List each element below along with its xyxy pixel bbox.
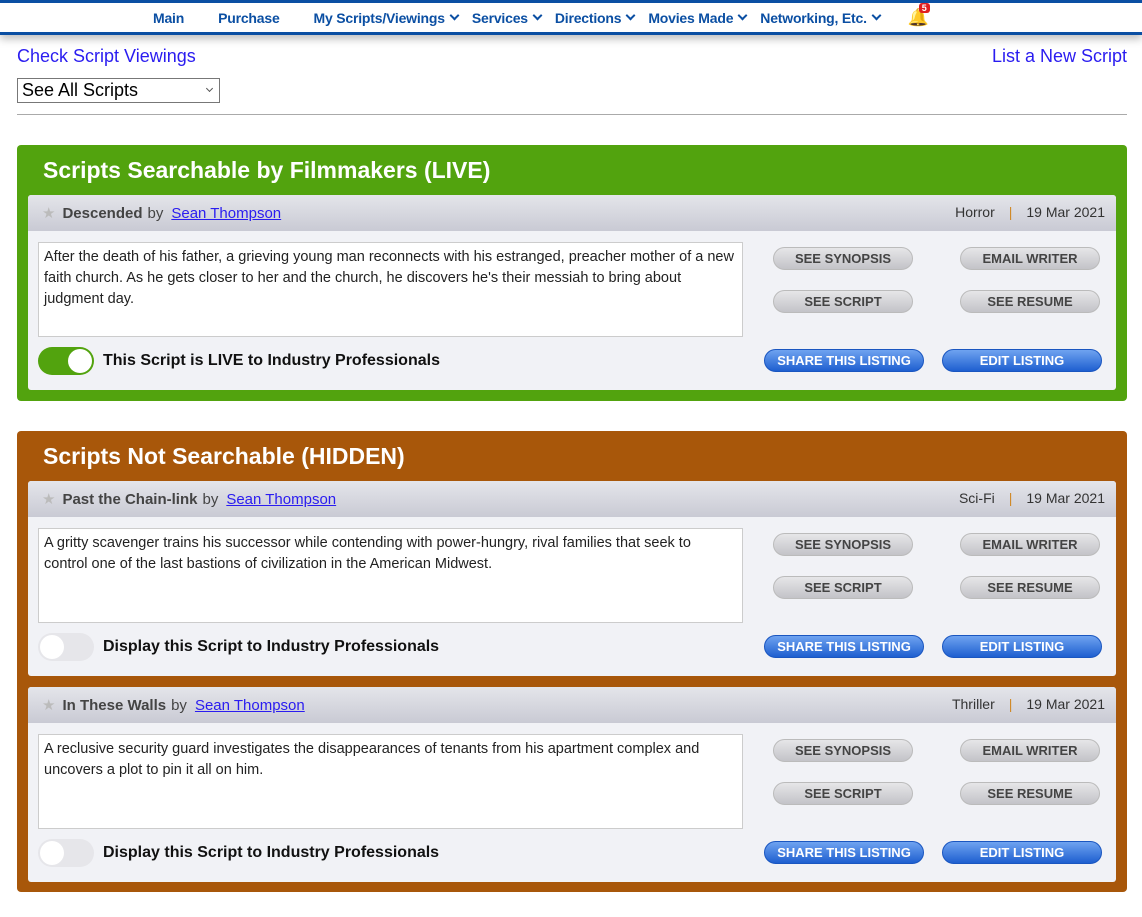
toggle-label: Display this Script to Industry Professi… xyxy=(103,638,440,655)
date: 19 Mar 2021 xyxy=(1026,490,1105,506)
script-meta: Thriller | 19 Mar 2021 xyxy=(952,696,1105,712)
separator: | xyxy=(1008,204,1013,220)
nav-label: Services xyxy=(471,9,528,26)
divider xyxy=(17,114,1127,115)
card-header: ★ In These Walls by Sean Thompson Thrill… xyxy=(28,687,1116,723)
email-writer-button[interactable]: EMAIL WRITER xyxy=(960,247,1100,270)
see-resume-button[interactable]: SEE RESUME xyxy=(960,576,1100,599)
date: 19 Mar 2021 xyxy=(1026,204,1105,220)
visibility-toggle[interactable] xyxy=(38,839,94,867)
author-link[interactable]: Sean Thompson xyxy=(171,205,281,222)
star-icon[interactable]: ★ xyxy=(42,204,55,222)
nav-movies-made[interactable]: Movies Made xyxy=(648,9,748,26)
bell-icon[interactable]: 🔔 5 xyxy=(908,2,930,28)
card-header: ★ Descended by Sean Thompson Horror | 19 M… xyxy=(28,195,1116,231)
notification-badge: 5 xyxy=(918,2,930,13)
date: 19 Mar 2021 xyxy=(1026,696,1105,712)
separator: | xyxy=(1008,490,1013,506)
share-listing-button[interactable]: SHARE THIS LISTING xyxy=(764,841,924,864)
see-script-button[interactable]: SEE SCRIPT xyxy=(773,782,913,805)
live-section: Scripts Searchable by Filmmakers (LIVE) … xyxy=(17,145,1127,401)
email-writer-button[interactable]: EMAIL WRITER xyxy=(960,739,1100,762)
share-listing-button[interactable]: SHARE THIS LISTING xyxy=(764,635,924,658)
script-title: In These Walls xyxy=(62,696,167,714)
script-meta: Horror | 19 Mar 2021 xyxy=(955,204,1105,220)
see-resume-button[interactable]: SEE RESUME xyxy=(960,290,1100,313)
share-listing-button[interactable]: SHARE THIS LISTING xyxy=(764,349,924,372)
see-synopsis-button[interactable]: SEE SYNOPSIS xyxy=(773,739,913,762)
section-title: Scripts Not Searchable (HIDDEN) xyxy=(43,443,405,469)
script-meta: Sci-Fi | 19 Mar 2021 xyxy=(959,490,1105,506)
visibility-toggle[interactable] xyxy=(38,347,94,375)
genre: Thriller xyxy=(951,696,995,712)
edit-listing-button[interactable]: EDIT LISTING xyxy=(942,841,1102,864)
toggle-label: This Script is LIVE to Industry Professi… xyxy=(103,352,440,369)
list-new-script-link[interactable]: List a New Script xyxy=(992,46,1127,67)
star-icon[interactable]: ★ xyxy=(42,490,55,508)
description-box[interactable]: A reclusive security guard investigates … xyxy=(38,734,743,829)
nav-main[interactable]: Main xyxy=(153,10,184,26)
nav-label: Movies Made xyxy=(648,9,734,26)
chevron-down-icon xyxy=(532,10,543,21)
by-label: by xyxy=(202,490,219,508)
visibility-toggle[interactable] xyxy=(38,633,94,661)
nav-label: My Scripts/Viewings xyxy=(313,9,446,26)
genre: Horror xyxy=(955,204,995,220)
email-writer-button[interactable]: EMAIL WRITER xyxy=(960,533,1100,556)
edit-listing-button[interactable]: EDIT LISTING xyxy=(942,349,1102,372)
description-box[interactable]: After the death of his father, a grievin… xyxy=(38,242,743,337)
script-card: ★ In These Walls by Sean Thompson Thrill… xyxy=(28,687,1116,882)
nav-my-scripts[interactable]: My Scripts/Viewings xyxy=(313,9,460,26)
see-resume-button[interactable]: SEE RESUME xyxy=(960,782,1100,805)
nav-label: Networking, Etc. xyxy=(760,9,867,26)
nav-networking[interactable]: Networking, Etc. xyxy=(760,9,882,26)
hidden-section: Scripts Not Searchable (HIDDEN) ★ Past t… xyxy=(17,431,1127,892)
check-script-viewings-link[interactable]: Check Script Viewings xyxy=(17,46,196,67)
separator: | xyxy=(1008,696,1013,712)
chevron-down-icon xyxy=(737,10,748,21)
see-script-button[interactable]: SEE SCRIPT xyxy=(773,290,913,313)
script-card: ★ Past the Chain-link by Sean Thompson S… xyxy=(28,481,1116,676)
by-label: by xyxy=(147,204,164,222)
nav-directions[interactable]: Directions xyxy=(554,9,636,26)
toggle-knob xyxy=(40,841,64,865)
nav-purchase[interactable]: Purchase xyxy=(218,10,280,26)
section-title: Scripts Searchable by Filmmakers (LIVE) xyxy=(43,157,491,183)
toggle-knob xyxy=(68,349,92,373)
chevron-down-icon xyxy=(625,10,636,21)
chevron-down-icon xyxy=(449,10,460,21)
author-link[interactable]: Sean Thompson xyxy=(195,697,305,714)
genre: Sci-Fi xyxy=(958,490,995,506)
script-title: Past the Chain-link xyxy=(62,490,198,508)
chevron-down-icon xyxy=(205,84,214,93)
edit-listing-button[interactable]: EDIT LISTING xyxy=(942,635,1102,658)
nav-label: Directions xyxy=(554,9,622,26)
see-script-button[interactable]: SEE SCRIPT xyxy=(773,576,913,599)
card-header: ★ Past the Chain-link by Sean Thompson S… xyxy=(28,481,1116,517)
nav-services[interactable]: Services xyxy=(471,9,543,26)
description-box[interactable]: A gritty scavenger trains his successor … xyxy=(38,528,743,623)
author-link[interactable]: Sean Thompson xyxy=(226,491,336,508)
toggle-label: Display this Script to Industry Professi… xyxy=(103,844,440,861)
chevron-down-icon xyxy=(871,10,882,21)
see-synopsis-button[interactable]: SEE SYNOPSIS xyxy=(773,247,913,270)
script-filter-select[interactable]: See All Scripts xyxy=(17,78,220,103)
see-synopsis-button[interactable]: SEE SYNOPSIS xyxy=(773,533,913,556)
script-card: ★ Descended by Sean Thompson Horror | 19 M… xyxy=(28,195,1116,390)
top-nav: Main Purchase My Scripts/Viewings Servic… xyxy=(0,0,1142,35)
select-value: See All Scripts xyxy=(22,80,139,100)
script-title: Descended xyxy=(62,204,143,222)
by-label: by xyxy=(171,696,187,714)
star-icon[interactable]: ★ xyxy=(42,696,55,714)
toggle-knob xyxy=(40,635,64,659)
